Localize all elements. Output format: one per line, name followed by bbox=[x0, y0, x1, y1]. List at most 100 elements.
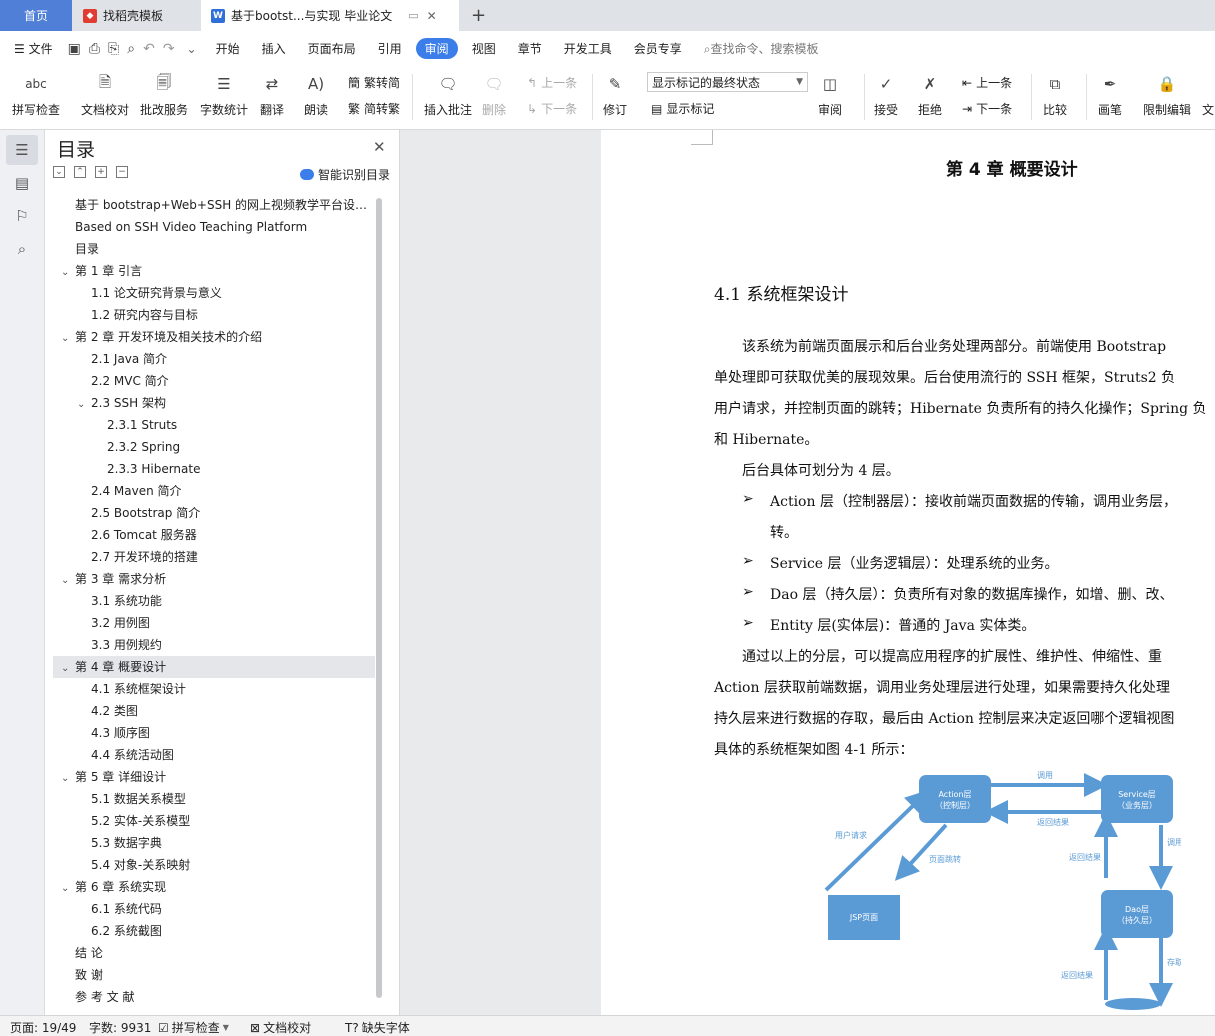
menu-section[interactable]: 章节 bbox=[507, 40, 553, 57]
word-count-button[interactable]: ☰ 字数统计 bbox=[200, 70, 248, 118]
next-change-button[interactable]: ⇥ 下一条 bbox=[962, 100, 1012, 117]
toc-item[interactable]: 5.3 数据字典 bbox=[53, 832, 375, 854]
expand-all-icon[interactable]: ⌄ bbox=[53, 166, 65, 178]
next-comment-button[interactable]: ↳ 下一条 bbox=[527, 100, 577, 117]
toc-item[interactable]: 结 论 bbox=[53, 942, 375, 964]
command-search[interactable]: ⌕查找命令、搜索模板 bbox=[693, 40, 830, 57]
simp-to-trad-button[interactable]: 繁简转繁 bbox=[348, 100, 400, 117]
collapse-chevron-icon[interactable]: ⌄ bbox=[77, 394, 91, 414]
toc-item[interactable]: ⌄ 第 3 章 需求分析 bbox=[53, 568, 375, 590]
status-missing-font[interactable]: T? 缺失字体 bbox=[345, 1019, 410, 1036]
menu-member[interactable]: 会员专享 bbox=[623, 40, 693, 57]
toc-scrollbar[interactable] bbox=[376, 198, 382, 998]
toc-item[interactable]: 2.3.1 Struts bbox=[53, 414, 375, 436]
compare-button[interactable]: ⧉ 比较 bbox=[1042, 70, 1068, 118]
toc-item[interactable]: 1.1 论文研究背景与意义 bbox=[53, 282, 375, 304]
export-pdf-icon[interactable]: ⎙ bbox=[85, 41, 104, 57]
find-icon[interactable]: ⌕ bbox=[6, 234, 38, 264]
print-preview-icon[interactable]: ⌕ bbox=[123, 41, 139, 57]
collapse-chevron-icon[interactable]: ⌄ bbox=[61, 262, 75, 282]
toc-item[interactable]: 4.1 系统框架设计 bbox=[53, 678, 375, 700]
toc-item[interactable]: 6.1 系统代码 bbox=[53, 898, 375, 920]
menu-developer[interactable]: 开发工具 bbox=[553, 40, 623, 57]
tab-home[interactable]: 首页 bbox=[0, 0, 72, 31]
restrict-edit-button[interactable]: 🔒 限制编辑 bbox=[1143, 70, 1191, 118]
undo-icon[interactable]: ↶ bbox=[139, 41, 159, 57]
toc-item[interactable]: 2.4 Maven 简介 bbox=[53, 480, 375, 502]
trad-to-simp-button[interactable]: 簡繁转简 bbox=[348, 74, 400, 91]
toc-item[interactable]: 5.4 对象-关系映射 bbox=[53, 854, 375, 876]
redo-icon[interactable]: ↷ bbox=[159, 41, 179, 57]
insert-comment-button[interactable]: 🗨 插入批注 bbox=[424, 70, 472, 118]
toc-item[interactable]: 3.1 系统功能 bbox=[53, 590, 375, 612]
toc-item[interactable]: 致 谢 bbox=[53, 964, 375, 986]
status-doc-proof[interactable]: ⊠ 文档校对 bbox=[250, 1019, 311, 1036]
toc-item[interactable]: 基于 bootstrap+Web+SSH 的网上视频教学平台设计与实现 bbox=[53, 194, 375, 216]
new-tab-plus-icon[interactable]: + bbox=[461, 0, 486, 31]
revise-button[interactable]: ✎ 修订 bbox=[602, 70, 628, 118]
toc-item[interactable]: 目录 bbox=[53, 238, 375, 260]
prev-comment-button[interactable]: ↰ 上一条 bbox=[527, 74, 577, 91]
menu-page-layout[interactable]: 页面布局 bbox=[297, 40, 367, 57]
toc-item[interactable]: 2.3.2 Spring bbox=[53, 436, 375, 458]
accept-button[interactable]: ✓ 接受 bbox=[873, 70, 899, 118]
plus-icon[interactable]: + bbox=[95, 166, 107, 178]
collapse-chevron-icon[interactable]: ⌄ bbox=[61, 570, 75, 590]
toc-item[interactable]: 3.3 用例规约 bbox=[53, 634, 375, 656]
toc-item[interactable]: Based on SSH Video Teaching Platform bbox=[53, 216, 375, 238]
minus-icon[interactable]: − bbox=[116, 166, 128, 178]
delete-comment-button[interactable]: 🗨 删除 bbox=[481, 70, 507, 118]
toc-item[interactable]: 2.7 开发环境的搭建 bbox=[53, 546, 375, 568]
toc-item[interactable]: 4.4 系统活动图 bbox=[53, 744, 375, 766]
bookmark-icon[interactable]: ⚐ bbox=[6, 201, 38, 231]
translate-button[interactable]: ⇄ 翻译 bbox=[259, 70, 285, 118]
spellcheck-button[interactable]: abc 拼写检查 bbox=[12, 70, 60, 118]
toc-item[interactable]: 3.2 用例图 bbox=[53, 612, 375, 634]
show-markup-button[interactable]: ▤ 显示标记 bbox=[651, 100, 714, 117]
markup-state-select[interactable]: 显示标记的最终状态 ▼ bbox=[647, 72, 808, 92]
toc-item[interactable]: 2.5 Bootstrap 简介 bbox=[53, 502, 375, 524]
toc-item[interactable]: 5.1 数据关系模型 bbox=[53, 788, 375, 810]
collapse-chevron-icon[interactable]: ⌄ bbox=[61, 878, 75, 898]
toc-item[interactable]: 1.2 研究内容与目标 bbox=[53, 304, 375, 326]
menu-insert[interactable]: 插入 bbox=[251, 40, 297, 57]
chapter-nav-icon[interactable]: ▤ bbox=[6, 168, 38, 198]
toc-item[interactable]: 5.2 实体-关系模型 bbox=[53, 810, 375, 832]
toc-item[interactable]: 参 考 文 献 bbox=[53, 986, 375, 1008]
approve-service-button[interactable]: 🗐 批改服务 bbox=[140, 70, 188, 118]
prev-change-button[interactable]: ⇤ 上一条 bbox=[962, 74, 1012, 91]
smart-toc-button[interactable]: 智能识别目录 bbox=[300, 166, 390, 183]
print-icon[interactable]: ⎘ bbox=[104, 41, 123, 57]
toc-item[interactable]: 2.1 Java 简介 bbox=[53, 348, 375, 370]
menu-more-chevron-icon[interactable]: ⌄ bbox=[179, 42, 205, 56]
page-indicator[interactable]: 页面: 19/49 bbox=[10, 1019, 76, 1036]
read-aloud-button[interactable]: A) 朗读 bbox=[303, 70, 329, 118]
toc-item[interactable]: 2.6 Tomcat 服务器 bbox=[53, 524, 375, 546]
tab-template-store[interactable]: ◆ 找稻壳模板 bbox=[73, 0, 201, 31]
doc-cut-button[interactable]: 文 bbox=[1201, 70, 1215, 118]
close-icon[interactable]: ✕ bbox=[373, 138, 386, 156]
review-pane-button[interactable]: ◫ 审阅 bbox=[817, 70, 843, 118]
toc-item[interactable]: ⌄ 第 6 章 系统实现 bbox=[53, 876, 375, 898]
word-count-indicator[interactable]: 字数: 9931 bbox=[89, 1019, 151, 1036]
toc-item[interactable]: ⌄ 第 4 章 概要设计 bbox=[53, 656, 375, 678]
file-menu[interactable]: ☰ 文件 bbox=[0, 40, 64, 57]
tab-monitor-icon[interactable]: ▭ bbox=[408, 9, 418, 22]
tab-document[interactable]: W 基于bootst...与实现 毕业论文 ▭ ✕ bbox=[201, 0, 459, 31]
status-spellcheck[interactable]: ☑ 拼写检查 ▼ bbox=[158, 1019, 229, 1036]
collapse-all-icon[interactable]: ⌃ bbox=[74, 166, 86, 178]
pen-button[interactable]: ✒ 画笔 bbox=[1097, 70, 1123, 118]
doc-proof-button[interactable]: 🗎 文档校对 bbox=[81, 70, 129, 118]
toc-item[interactable]: ⌄ 第 5 章 详细设计 bbox=[53, 766, 375, 788]
toc-item[interactable]: 4.2 类图 bbox=[53, 700, 375, 722]
document-page[interactable]: 第 4 章 概要设计 4.1 系统框架设计 该系统为前端页面展示和后台业务处理两… bbox=[601, 130, 1215, 1015]
toc-item[interactable]: 2.3.3 Hibernate bbox=[53, 458, 375, 480]
reject-button[interactable]: ✗ 拒绝 bbox=[917, 70, 943, 118]
collapse-chevron-icon[interactable]: ⌄ bbox=[61, 658, 75, 678]
tab-close-icon[interactable]: ✕ bbox=[427, 9, 437, 23]
toc-panel-icon[interactable]: ☰ bbox=[6, 135, 38, 165]
toc-item[interactable]: 4.3 顺序图 bbox=[53, 722, 375, 744]
menu-home[interactable]: 开始 bbox=[205, 40, 251, 57]
toc-item[interactable]: ⌄ 第 2 章 开发环境及相关技术的介绍 bbox=[53, 326, 375, 348]
toc-item[interactable]: ⌄ 第 1 章 引言 bbox=[53, 260, 375, 282]
